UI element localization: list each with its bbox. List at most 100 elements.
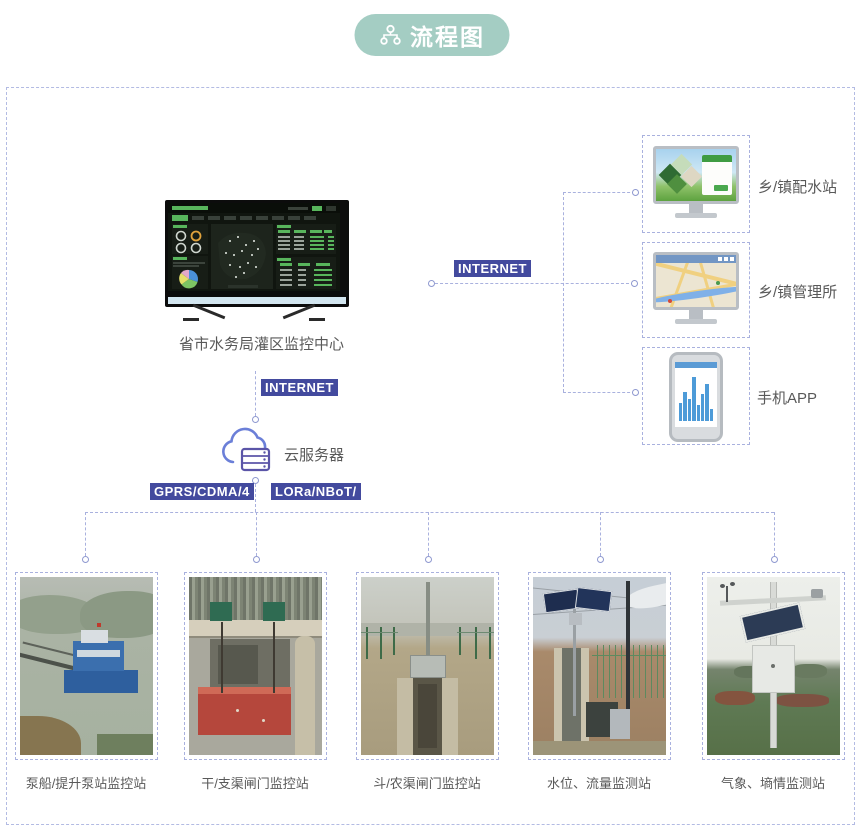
red-sluice-gate [198, 687, 291, 735]
station-label-pump-boat: 泵船/提升泵站监控站 [15, 773, 157, 792]
line-cloud-to-bus [255, 484, 256, 512]
monitor-neck [689, 204, 703, 213]
red-vegetation-2 [776, 694, 829, 706]
canal-water [418, 684, 437, 748]
monitor-base [675, 213, 717, 218]
node-client-2 [631, 280, 638, 287]
gate-beam [189, 620, 322, 636]
tv-right-foot [309, 318, 325, 321]
map-marker-green [716, 281, 720, 285]
gprs-tag: GPRS/CDMA/4 [150, 483, 254, 500]
photo-weather [707, 577, 840, 755]
drop-line-5 [774, 512, 775, 556]
station-label-farm-gate: 斗/农渠闸门监控站 [356, 773, 498, 792]
canal-channel [562, 648, 581, 741]
phone-bar-chart [679, 375, 713, 421]
flowchart-canvas: 流程图 [0, 0, 863, 833]
station-label-weather: 气象、墒情监测站 [702, 773, 844, 792]
monitoring-center-screen [165, 200, 349, 307]
control-cabinet [410, 655, 446, 678]
window-close-button [730, 257, 734, 261]
flowchart-icon [378, 23, 402, 47]
internet-tag-right: INTERNET [454, 260, 531, 277]
map-marker-red [668, 299, 672, 303]
cloud-server-icon [220, 424, 276, 476]
station-bus-line [85, 512, 774, 513]
window-max-button [724, 257, 728, 261]
node-station-3 [425, 556, 432, 563]
node-client-3 [632, 389, 639, 396]
fence-post-3 [393, 627, 395, 655]
boat-top-deck [81, 630, 108, 642]
monitor-neck [689, 310, 703, 319]
client-label-water-station: 乡/镇配水站 [758, 176, 837, 197]
photo-pump-boat [20, 577, 153, 755]
client-box-mobile-app [642, 347, 750, 445]
drop-line-3 [428, 512, 429, 556]
client-box-management [642, 242, 750, 338]
node-station-4 [597, 556, 604, 563]
photo-box-pump-boat [15, 572, 158, 760]
battery-box [569, 613, 582, 625]
window-min-button [718, 257, 722, 261]
login-header [702, 155, 732, 162]
anemometer-stem [726, 586, 728, 602]
management-monitor [653, 252, 739, 324]
photo-box-farm-gate [356, 572, 499, 760]
node-client-1 [632, 189, 639, 196]
node-internet-left [428, 280, 435, 287]
line-to-client-3 [563, 392, 635, 393]
lora-tag: LORa/NBoT/ [271, 483, 361, 500]
drop-line-1 [85, 512, 86, 556]
page-title: 流程图 [410, 18, 485, 52]
tv-reflection-strip [168, 297, 346, 304]
fence-post-4 [459, 627, 461, 655]
gate-rod-right [273, 622, 275, 693]
photo-box-water-level [528, 572, 671, 760]
cloud-server-label: 云服务器 [284, 444, 344, 465]
concrete-pillar [295, 636, 315, 755]
client-label-management: 乡/镇管理所 [758, 281, 837, 302]
mast-pole [626, 581, 630, 731]
equipment-box [752, 645, 795, 693]
radiation-sensor [811, 589, 823, 598]
gate-top-edge [198, 687, 291, 694]
fence-wire-left [361, 632, 398, 633]
red-vegetation-1 [715, 691, 755, 705]
gate-rod-left [221, 622, 223, 693]
internet-tag-center: INTERNET [261, 379, 338, 396]
station-label-main-gate: 干/支渠闸门监控站 [184, 773, 326, 792]
station-label-water-level: 水位、流量监测站 [528, 773, 670, 792]
photo-farm-gate [361, 577, 494, 755]
boat-hull [64, 670, 138, 693]
dashboard-screenshot [168, 203, 340, 291]
photo-water-level [533, 577, 666, 755]
gate-bolt-1 [236, 709, 239, 712]
photo-box-main-gate [184, 572, 327, 760]
water-station-monitor [653, 146, 739, 218]
line-client-branch [563, 192, 564, 392]
phone-screen [675, 362, 717, 427]
drop-line-4 [600, 512, 601, 556]
line-to-client-1 [563, 192, 635, 193]
client-label-mobile-app: 手机APP [757, 387, 817, 408]
photo-box-weather [702, 572, 845, 760]
fence-wire-right [457, 632, 494, 633]
smartphone [669, 352, 723, 442]
node-station-5 [771, 556, 778, 563]
node-station-2 [253, 556, 260, 563]
tv-left-foot [183, 318, 199, 321]
management-screenshot [653, 252, 739, 310]
tree-blob-2 [792, 664, 827, 678]
antenna-pole [426, 582, 430, 660]
monitoring-center-label: 省市水务局灌区监控中心 [179, 333, 344, 354]
instrument-grey-box [610, 709, 630, 739]
line-center-to-cloud [255, 371, 256, 416]
cabin-windows [77, 650, 120, 657]
gate-hoist-left [210, 602, 231, 622]
boat-flag [97, 623, 101, 627]
opening-shadow [218, 645, 258, 684]
water-station-screenshot [653, 146, 739, 204]
login-button [714, 185, 728, 191]
drop-line-2 [256, 512, 257, 556]
